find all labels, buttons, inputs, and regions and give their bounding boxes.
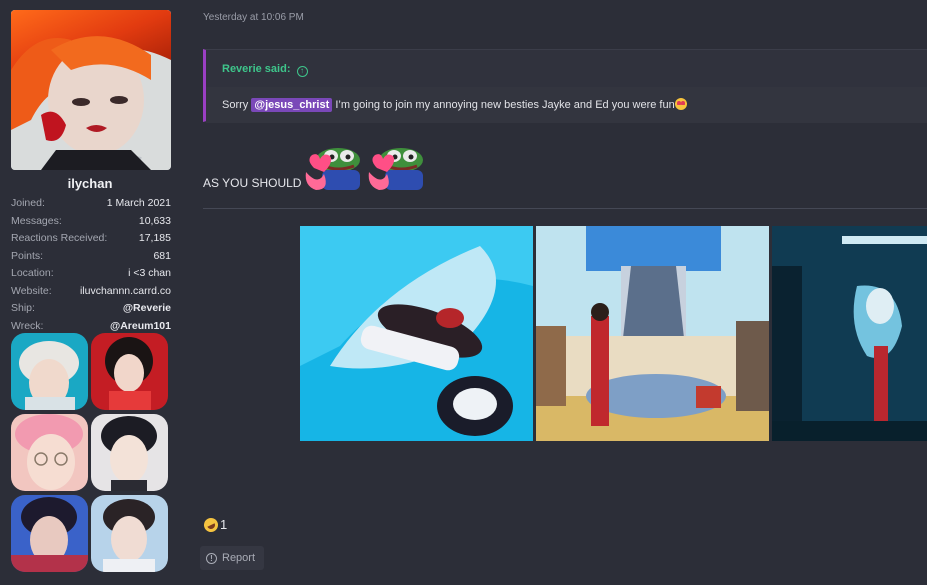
gallery-image [91, 333, 168, 410]
gallery-image [91, 414, 168, 491]
report-button[interactable]: ! Report [200, 546, 264, 570]
stat-reactions: Reactions Received: 17,185 [11, 230, 171, 248]
pepe-heart-icon [302, 146, 364, 192]
stat-key: Website: [11, 284, 52, 297]
stat-key: Reactions Received: [11, 232, 108, 244]
quote-author[interactable]: Reverie said: [222, 63, 290, 75]
quote-prefix: Sorry [222, 99, 252, 111]
stat-ship: Ship: @Reverie [11, 300, 171, 318]
stat-key: Points: [11, 249, 44, 262]
user-avatar[interactable] [11, 10, 171, 170]
signature-photo [772, 226, 927, 441]
signature-gallery [11, 333, 171, 572]
quote-text: I’m going to join my annoying new bestie… [332, 99, 675, 111]
stat-value[interactable]: 10,633 [139, 213, 171, 231]
post-timestamp[interactable]: Yesterday at 10:06 PM [203, 12, 304, 23]
stat-key: Joined: [11, 197, 45, 209]
mention-link[interactable]: @jesus_christ [251, 98, 333, 112]
reaction-summary[interactable]: 1 [201, 515, 227, 534]
heart-eyes-emoji-icon [674, 98, 687, 110]
stat-points: Points: 681 [11, 248, 171, 266]
gallery-image [91, 495, 168, 572]
go-to-quote-icon[interactable]: ↑ [296, 66, 308, 77]
reply-text: AS YOU SHOULD [203, 176, 302, 190]
signature-photo [300, 226, 533, 441]
rofl-emoji-icon[interactable] [201, 515, 221, 534]
warning-icon: ! [206, 552, 217, 564]
username[interactable]: ilychan [0, 176, 180, 191]
gallery-image [11, 495, 88, 572]
user-stats: Joined: 1 March 2021 Messages: 10,633 Re… [11, 195, 171, 335]
gallery-image [11, 414, 88, 491]
quote-body: Sorry @jesus_christ I’m going to join my… [206, 87, 927, 123]
stat-messages: Messages: 10,633 [11, 213, 171, 231]
stat-key: Location: [11, 267, 54, 279]
signature-photo [536, 226, 769, 441]
stat-value[interactable]: iluvchannn.carrd.co [80, 283, 171, 301]
gallery-image [11, 333, 88, 410]
stat-location: Location: i <3 chan [11, 265, 171, 283]
report-label: Report [222, 552, 256, 564]
stat-value[interactable]: i <3 chan [128, 265, 171, 283]
stat-website: Website: iluvchannn.carrd.co [11, 283, 171, 301]
stat-value[interactable]: @Reverie [123, 300, 171, 318]
pepe-heart-icon [365, 146, 427, 192]
stat-value: 1 March 2021 [106, 197, 171, 209]
signature-divider [203, 208, 927, 209]
stat-value[interactable]: 681 [153, 248, 171, 266]
user-panel: ilychan Joined: 1 March 2021 Messages: 1… [0, 0, 186, 585]
stat-key: Messages: [11, 214, 62, 227]
quote-block: Reverie said: ↑ Sorry @jesus_christ I’m … [203, 49, 927, 123]
stat-value: 17,185 [138, 232, 171, 244]
stat-key: Ship: [11, 302, 35, 314]
stat-joined: Joined: 1 March 2021 [11, 195, 171, 213]
reaction-count[interactable]: 1 [220, 517, 227, 532]
quote-header[interactable]: Reverie said: ↑ [206, 50, 927, 87]
